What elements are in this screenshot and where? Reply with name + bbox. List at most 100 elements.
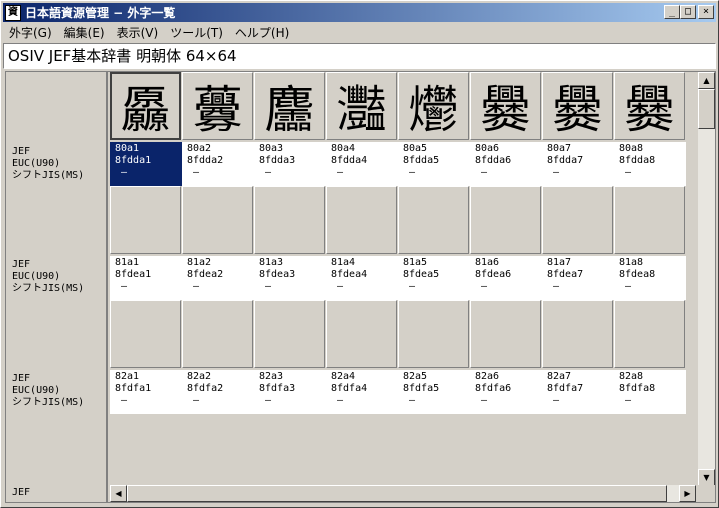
menu-tools[interactable]: ツール(T) — [164, 24, 229, 41]
code-cell[interactable]: 82a3 8fdfa3— — [254, 370, 326, 414]
glyph-cell[interactable] — [398, 300, 469, 368]
glyph-cell[interactable] — [254, 186, 325, 254]
code-jef: 82a1 — [115, 371, 140, 382]
glyph-cell[interactable] — [614, 186, 685, 254]
menu-view[interactable]: 表示(V) — [111, 24, 165, 41]
vertical-scrollbar[interactable]: ▲ ▼ — [698, 72, 715, 486]
menu-edit[interactable]: 編集(E) — [58, 24, 111, 41]
code-jef: 81a4 — [331, 257, 356, 268]
scroll-up-button[interactable]: ▲ — [698, 72, 715, 89]
code-jef: 80a3 — [259, 143, 284, 154]
glyph-cell[interactable] — [326, 300, 397, 368]
horizontal-scroll-thumb[interactable] — [127, 485, 667, 502]
glyph-cell[interactable] — [254, 300, 325, 368]
glyph-cell[interactable] — [614, 300, 685, 368]
code-cell[interactable]: 81a4 8fdea4— — [326, 256, 398, 300]
label-sjis: シフトJIS(MS) — [12, 170, 85, 181]
code-euc: 8fdfa4 — [331, 383, 368, 394]
code-sjis: — — [481, 167, 488, 178]
horizontal-scrollbar[interactable]: ◀ ▶ — [110, 485, 696, 502]
code-cell[interactable]: 81a2 8fdea2— — [182, 256, 254, 300]
glyph-cell[interactable]: 爨 — [614, 72, 685, 140]
close-button[interactable]: × — [698, 5, 714, 19]
label-jef: JEF — [12, 373, 31, 384]
code-euc: 8fdea6 — [475, 269, 512, 280]
glyph-cell[interactable]: 灩 — [326, 72, 397, 140]
minimize-button[interactable]: _ — [664, 5, 680, 19]
glyph-cell[interactable] — [110, 300, 181, 368]
code-cell[interactable]: 82a7 8fdfa7— — [542, 370, 614, 414]
code-cell[interactable]: 82a6 8fdfa6— — [470, 370, 542, 414]
glyph-grid: JEF EUC(U90) シフトJIS(MS) JEF EUC(U90) シフト… — [5, 71, 716, 503]
scroll-down-button[interactable]: ▼ — [698, 469, 715, 486]
glyph-cell[interactable] — [470, 300, 541, 368]
app-icon[interactable]: 資 — [5, 4, 21, 21]
code-jef: 80a1 — [115, 143, 140, 154]
glyph-cell[interactable]: 爩 — [398, 72, 469, 140]
code-cell[interactable]: 80a4 8fdda4— — [326, 142, 398, 186]
code-sjis: — — [625, 281, 632, 292]
row-label-column: JEF EUC(U90) シフトJIS(MS) JEF EUC(U90) シフト… — [6, 72, 108, 502]
code-cell[interactable]: 81a7 8fdea7— — [542, 256, 614, 300]
label-euc: EUC(U90) — [12, 385, 61, 396]
glyph-cell[interactable] — [542, 186, 613, 254]
code-sjis: — — [193, 167, 200, 178]
maximize-button[interactable]: □ — [680, 5, 696, 19]
glyph-cell[interactable] — [326, 186, 397, 254]
row-label: JEF EUC(U90) シフトJIS(MS) — [12, 259, 84, 295]
glyph-cell[interactable] — [470, 186, 541, 254]
code-sjis: — — [337, 167, 344, 178]
glyph-cell[interactable] — [398, 186, 469, 254]
code-jef: 80a2 — [187, 143, 212, 154]
code-cell[interactable]: 82a8 8fdfa8— — [614, 370, 686, 414]
title-bar[interactable]: 資 日本語資源管理 − 外字一覧 _ □ × — [3, 3, 716, 22]
glyph-cell[interactable]: 爨 — [470, 72, 541, 140]
code-sjis: — — [481, 395, 488, 406]
code-cell[interactable]: 80a1 8fdda1— — [110, 142, 182, 186]
code-jef: 82a4 — [331, 371, 356, 382]
code-jef: 81a2 — [187, 257, 212, 268]
code-sjis: — — [337, 281, 344, 292]
code-euc: 8fdfa1 — [115, 383, 152, 394]
code-sjis: — — [553, 281, 560, 292]
code-sjis: — — [553, 395, 560, 406]
code-cell[interactable]: 81a6 8fdea6— — [470, 256, 542, 300]
code-cell[interactable]: 80a2 8fdda2— — [182, 142, 254, 186]
menu-help[interactable]: ヘルプ(H) — [229, 24, 295, 41]
code-cell[interactable]: 80a6 8fdda6— — [470, 142, 542, 186]
menu-gaiji[interactable]: 外字(G) — [3, 24, 58, 41]
code-euc: 8fdda3 — [259, 155, 296, 166]
scroll-left-button[interactable]: ◀ — [110, 485, 127, 502]
code-cell[interactable]: 82a1 8fdfa1— — [110, 370, 182, 414]
glyph-cell[interactable]: 厵 — [110, 72, 181, 140]
code-cell[interactable]: 81a5 8fdea5— — [398, 256, 470, 300]
glyph-cell[interactable] — [542, 300, 613, 368]
code-euc: 8fdfa5 — [403, 383, 440, 394]
code-euc: 8fdfa2 — [187, 383, 224, 394]
vertical-scroll-thumb[interactable] — [698, 89, 715, 129]
code-jef: 82a8 — [619, 371, 644, 382]
code-cell[interactable]: 81a3 8fdea3— — [254, 256, 326, 300]
code-cell[interactable]: 80a8 8fdda8— — [614, 142, 686, 186]
glyph-cell[interactable]: 麢 — [254, 72, 325, 140]
code-cell[interactable]: 82a4 8fdfa4— — [326, 370, 398, 414]
code-cell[interactable]: 81a1 8fdea1— — [110, 256, 182, 300]
label-euc: EUC(U90) — [12, 158, 61, 169]
scroll-right-button[interactable]: ▶ — [679, 485, 696, 502]
glyph-cell[interactable]: 虋 — [182, 72, 253, 140]
code-cell[interactable]: 82a2 8fdfa2— — [182, 370, 254, 414]
glyph-cell[interactable] — [182, 186, 253, 254]
code-cell[interactable]: 80a5 8fdda5— — [398, 142, 470, 186]
glyph-cell[interactable] — [110, 186, 181, 254]
code-cell[interactable]: 80a7 8fdda7— — [542, 142, 614, 186]
code-jef: 81a5 — [403, 257, 428, 268]
code-cell[interactable]: 82a5 8fdfa5— — [398, 370, 470, 414]
code-sjis: — — [481, 281, 488, 292]
code-euc: 8fdfa7 — [547, 383, 584, 394]
code-cell[interactable]: 80a3 8fdda3— — [254, 142, 326, 186]
code-cell[interactable]: 81a8 8fdea8— — [614, 256, 686, 300]
glyph-cell[interactable] — [182, 300, 253, 368]
code-sjis: — — [409, 281, 416, 292]
code-euc: 8fdea4 — [331, 269, 368, 280]
glyph-cell[interactable]: 爨 — [542, 72, 613, 140]
